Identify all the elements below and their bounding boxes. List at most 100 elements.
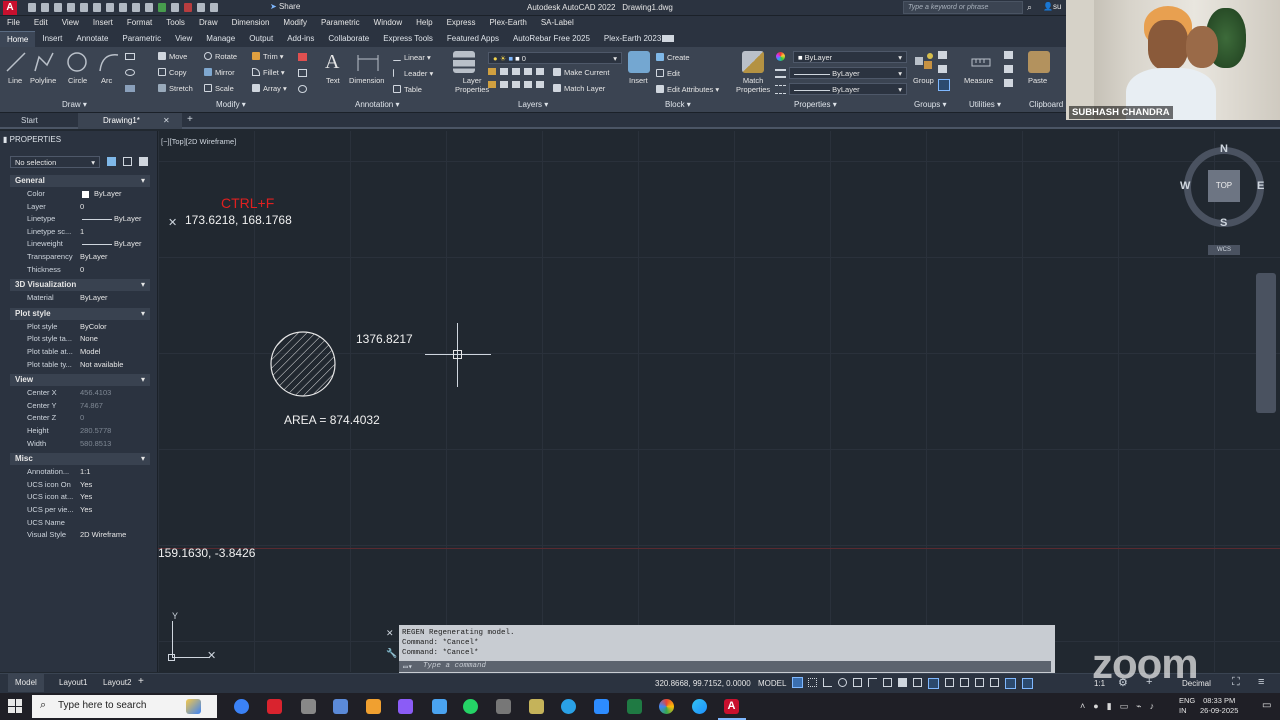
property-row[interactable]: Annotation... 1:1 xyxy=(0,467,150,479)
arc-tool-icon[interactable] xyxy=(98,51,120,73)
whatsapp-icon[interactable] xyxy=(463,699,478,714)
insert-button[interactable]: Insert xyxy=(629,76,648,85)
telegram-icon[interactable] xyxy=(561,699,576,714)
close-tab-icon[interactable]: ✕ xyxy=(163,116,170,125)
annotation-panel-label[interactable]: Annotation ▾ xyxy=(355,100,400,109)
clipboard-panel-label[interactable]: Clipboard xyxy=(1029,100,1063,109)
new-icon[interactable] xyxy=(28,3,36,12)
ribbon-tab[interactable]: Plex-Earth 2023 xyxy=(597,31,668,47)
command-input[interactable]: Type a command xyxy=(399,661,1051,672)
arc-button[interactable]: Arc xyxy=(101,76,112,85)
paste-button[interactable]: Paste xyxy=(1028,76,1047,85)
undo-icon[interactable] xyxy=(119,3,127,12)
quick-select-icon[interactable] xyxy=(139,157,148,166)
menu-item[interactable]: Plex-Earth xyxy=(482,16,533,31)
create-block-button[interactable]: Create xyxy=(656,53,690,62)
app-icon-1[interactable] xyxy=(234,699,249,714)
property-row[interactable]: Center Y 74.867 xyxy=(0,401,150,413)
autocad-logo-icon[interactable]: A xyxy=(3,1,17,15)
modify-panel-label[interactable]: Modify ▾ xyxy=(216,100,246,109)
layer-properties-button[interactable]: Layer Properties xyxy=(455,76,489,94)
polyline-button[interactable]: Polyline xyxy=(30,76,56,85)
menu-item[interactable]: Parametric xyxy=(314,16,367,31)
lineweight-icon[interactable] xyxy=(775,69,786,78)
match-properties-button[interactable]: Match Properties xyxy=(736,76,770,94)
property-row[interactable]: Thickness 0 xyxy=(0,265,150,277)
color-dropdown[interactable]: ■ ByLayer ▾ xyxy=(793,51,907,63)
color-wheel-icon[interactable] xyxy=(776,52,785,61)
ribbon-tab[interactable]: Annotate xyxy=(69,31,115,47)
annotation-visibility-icon[interactable] xyxy=(1005,678,1016,689)
block-panel-label[interactable]: Block ▾ xyxy=(665,100,691,109)
line-button[interactable]: Line xyxy=(8,76,22,85)
auto-scale-icon[interactable] xyxy=(1022,678,1033,689)
property-row[interactable]: Center X 456.4103 xyxy=(0,388,150,400)
property-row[interactable]: Height 280.5778 xyxy=(0,426,150,438)
app-icon-9[interactable] xyxy=(496,699,511,714)
menu-item[interactable]: Format xyxy=(120,16,159,31)
add-layout-button[interactable]: + xyxy=(138,676,144,687)
text-tool-icon[interactable]: A xyxy=(325,51,339,74)
toggle-pickadd-icon[interactable] xyxy=(107,157,116,166)
ribbon-toggle-icon[interactable] xyxy=(662,35,674,42)
osnap-icon[interactable] xyxy=(883,678,892,687)
ribbon-tab[interactable]: View xyxy=(168,31,199,47)
edge-icon[interactable] xyxy=(692,699,707,714)
circle-tool-icon[interactable] xyxy=(66,51,88,73)
gizmo-icon[interactable] xyxy=(990,678,999,687)
mirror-button[interactable]: Mirror xyxy=(204,68,235,77)
menu-item[interactable]: Modify xyxy=(276,16,314,31)
trim-button[interactable]: Trim ▾ xyxy=(252,52,284,61)
new-tab-button[interactable]: + xyxy=(187,114,193,125)
make-current-button[interactable]: Make Current xyxy=(553,68,609,77)
utilities-panel-label[interactable]: Utilities ▾ xyxy=(969,100,1001,109)
fullscreen-icon[interactable]: ⛶ xyxy=(1232,676,1240,689)
selection-cycling-icon[interactable] xyxy=(928,678,939,689)
ribbon-tab[interactable]: AutoRebar Free 2025 xyxy=(506,31,597,47)
edit-block-button[interactable]: Edit xyxy=(656,69,680,78)
otrack-icon[interactable] xyxy=(868,678,877,687)
property-row[interactable]: Lineweight ByLayer xyxy=(0,239,150,251)
battery-icon[interactable]: ▭ xyxy=(1120,701,1129,712)
layout-tab[interactable]: Model xyxy=(8,674,44,692)
property-row[interactable]: Linetype sc... 1 xyxy=(0,227,150,239)
move-button[interactable]: Move xyxy=(158,52,187,61)
hatched-circle[interactable] xyxy=(268,329,338,399)
select-objects-icon[interactable] xyxy=(123,157,132,166)
collapse-arrow-icon[interactable]: ▾ xyxy=(141,280,145,289)
property-row[interactable]: Plot table ty... Not available xyxy=(0,360,150,372)
zoom-app-icon[interactable] xyxy=(594,699,609,714)
property-row[interactable]: Transparency ByLayer xyxy=(0,252,150,264)
property-row[interactable]: UCS Name xyxy=(0,518,150,530)
layout-tab[interactable]: Layout2 xyxy=(96,674,138,692)
layers-panel-label[interactable]: Layers ▾ xyxy=(518,100,548,109)
measure-icon[interactable] xyxy=(970,51,992,73)
compass-west[interactable]: W xyxy=(1180,180,1190,192)
groups-panel-label[interactable]: Groups ▾ xyxy=(914,100,946,109)
property-row[interactable]: Layer 0 xyxy=(0,202,150,214)
group-tools-icons[interactable] xyxy=(938,51,952,97)
property-row[interactable]: Plot style ByColor xyxy=(0,322,150,334)
line-tool-icon[interactable] xyxy=(5,51,27,73)
draw-panel-label[interactable]: Draw ▾ xyxy=(62,100,87,109)
redo-icon[interactable] xyxy=(132,3,140,12)
compass-east[interactable]: E xyxy=(1257,180,1264,192)
layer-state-icon[interactable] xyxy=(184,3,192,12)
property-row[interactable]: Center Z 0 xyxy=(0,413,150,425)
stretch-button[interactable]: Stretch xyxy=(158,84,193,93)
property-row[interactable]: UCS icon On Yes xyxy=(0,480,150,492)
viewcube-top-face[interactable]: TOP xyxy=(1208,170,1240,202)
section-viz3d[interactable]: 3D Visualization ▾ xyxy=(10,279,150,292)
drawing-canvas[interactable]: [−][Top][2D Wireframe] CTRL+F ✕ 173.6218… xyxy=(158,131,1280,672)
dimension-tool-icon[interactable] xyxy=(356,51,379,73)
match-layer-button[interactable]: Match Layer xyxy=(553,84,605,93)
viewport-controls[interactable]: [−][Top][2D Wireframe] xyxy=(161,137,236,146)
ribbon-tab[interactable]: Output xyxy=(242,31,280,47)
lineweight-toggle-icon[interactable] xyxy=(898,678,907,687)
snap-icon[interactable] xyxy=(808,678,817,687)
menu-item[interactable]: Dimension xyxy=(225,16,277,31)
menu-item[interactable]: Window xyxy=(367,16,409,31)
layer-tool-icon[interactable] xyxy=(171,3,179,12)
plot-icon[interactable] xyxy=(145,3,153,12)
property-row[interactable]: UCS icon at... Yes xyxy=(0,492,150,504)
